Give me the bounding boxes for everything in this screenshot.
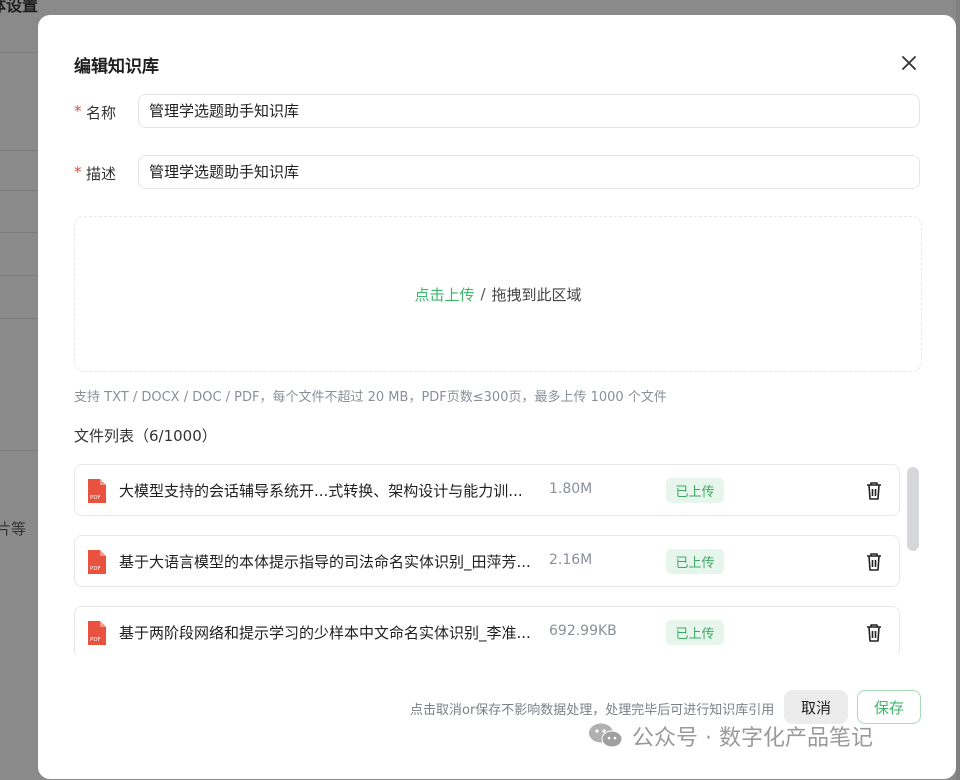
file-name: 基于大语言模型的本体提示指导的司法命名实体识别_田萍芳... bbox=[119, 553, 531, 571]
file-list-scrollbar[interactable] bbox=[907, 467, 919, 551]
close-icon bbox=[902, 56, 916, 70]
upload-hint: 支持 TXT / DOCX / DOC / PDF，每个文件不超过 20 MB，… bbox=[74, 390, 667, 405]
file-list-title: 文件列表（6/1000） bbox=[74, 427, 217, 445]
divider bbox=[0, 318, 40, 319]
footer-hint: 点击取消or保存不影响数据处理，处理完毕后可进行知识库引用 bbox=[410, 703, 775, 718]
description-row: * 描述 管理学选题助手知识库 bbox=[74, 155, 922, 191]
background-strip bbox=[956, 0, 960, 780]
file-size: 2.16M bbox=[549, 552, 593, 568]
required-mark: * bbox=[74, 163, 82, 181]
close-button[interactable] bbox=[898, 52, 920, 74]
description-label: 描述 bbox=[86, 165, 117, 183]
save-button[interactable]: 保存 bbox=[857, 690, 921, 724]
drag-hint: 拖拽到此区域 bbox=[491, 285, 582, 304]
divider bbox=[0, 450, 40, 451]
name-label: 名称 bbox=[86, 104, 117, 122]
trash-icon[interactable] bbox=[865, 481, 883, 501]
file-list-item: PDF 大模型支持的会话辅导系统开...式转换、架构设计与能力训... 1.80… bbox=[74, 464, 900, 516]
file-name: 基于两阶段网络和提示学习的少样本中文命名实体识别_李准... bbox=[119, 624, 531, 642]
name-input[interactable]: 管理学选题助手知识库 bbox=[138, 94, 920, 128]
svg-text:PDF: PDF bbox=[90, 566, 101, 572]
click-upload-link[interactable]: 点击上传 bbox=[414, 284, 474, 305]
upload-dropzone[interactable]: 点击上传 / 拖拽到此区域 bbox=[74, 216, 922, 372]
name-row: * 名称 管理学选题助手知识库 bbox=[74, 94, 922, 130]
file-name: 大模型支持的会话辅导系统开...式转换、架构设计与能力训... bbox=[119, 482, 523, 500]
upload-status-badge: 已上传 bbox=[666, 549, 724, 574]
watermark: 公众号 · 数字化产品笔记 bbox=[588, 720, 873, 752]
divider bbox=[0, 52, 40, 53]
file-list[interactable]: PDF 大模型支持的会话辅导系统开...式转换、架构设计与能力训... 1.80… bbox=[74, 464, 904, 654]
pdf-icon: PDF bbox=[88, 479, 106, 503]
upload-separator: / bbox=[480, 285, 486, 303]
file-list-item: PDF 基于大语言模型的本体提示指导的司法命名实体识别_田萍芳... 2.16M… bbox=[74, 535, 900, 587]
file-list-item: PDF 基于两阶段网络和提示学习的少样本中文命名实体识别_李准... 692.9… bbox=[74, 606, 900, 654]
background-title: 体设置 bbox=[0, 0, 39, 15]
description-input[interactable]: 管理学选题助手知识库 bbox=[138, 155, 920, 189]
divider bbox=[0, 150, 40, 151]
file-size: 692.99KB bbox=[549, 623, 617, 639]
file-size: 1.80M bbox=[549, 481, 593, 497]
svg-text:PDF: PDF bbox=[90, 495, 101, 501]
background-side-text: 片等 bbox=[0, 520, 27, 538]
wechat-icon bbox=[589, 723, 623, 748]
pdf-icon: PDF bbox=[88, 550, 106, 574]
cancel-button[interactable]: 取消 bbox=[784, 690, 848, 724]
upload-status-badge: 已上传 bbox=[666, 478, 724, 503]
divider bbox=[0, 190, 40, 191]
edit-knowledge-base-dialog: 编辑知识库 * 名称 管理学选题助手知识库 * 描述 管理学选题助手知识库 点击… bbox=[38, 15, 956, 779]
divider bbox=[0, 275, 40, 276]
dialog-title: 编辑知识库 bbox=[74, 57, 159, 77]
divider bbox=[0, 232, 40, 233]
watermark-text: 公众号 · 数字化产品笔记 bbox=[632, 726, 873, 751]
upload-status-badge: 已上传 bbox=[666, 620, 724, 645]
svg-text:PDF: PDF bbox=[90, 637, 101, 643]
trash-icon[interactable] bbox=[865, 552, 883, 572]
required-mark: * bbox=[74, 102, 82, 120]
trash-icon[interactable] bbox=[865, 623, 883, 643]
pdf-icon: PDF bbox=[88, 621, 106, 645]
